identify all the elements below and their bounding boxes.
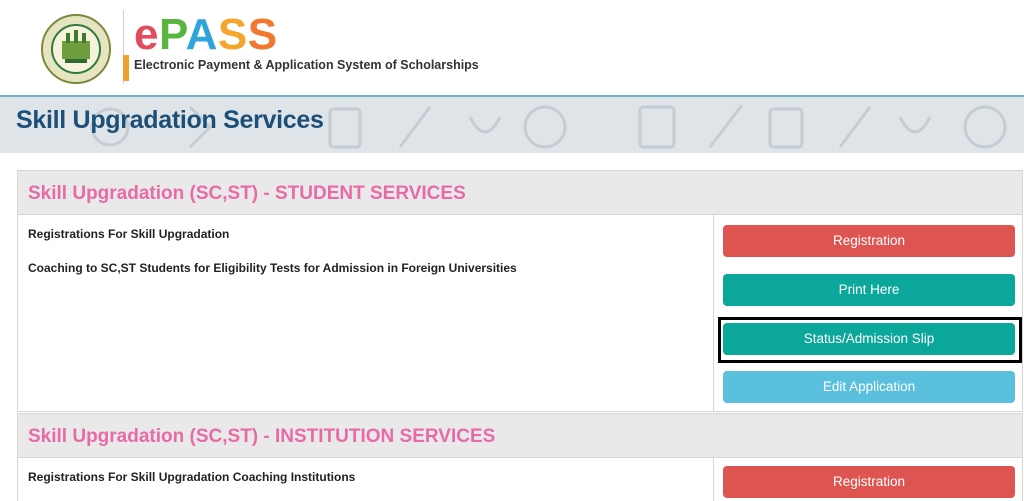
logo-tagline: Electronic Payment & Application System … xyxy=(134,58,479,72)
institution-services-list: Registrations For Skill Upgradation Coac… xyxy=(18,458,714,501)
student-registration-button[interactable]: Registration xyxy=(723,225,1015,257)
institution-registration-button[interactable]: Registration xyxy=(723,466,1015,498)
page-banner: Skill Upgradation Services xyxy=(0,97,1024,153)
logo-letter: S xyxy=(247,10,278,59)
logo-letter: S xyxy=(217,10,248,59)
status-admission-slip-button[interactable]: Status/Admission Slip xyxy=(723,323,1015,355)
student-services-list: Registrations For Skill Upgradation Coac… xyxy=(18,215,714,411)
telangana-emblem-icon xyxy=(41,14,111,84)
list-item: Registrations For Skill Upgradation Coac… xyxy=(28,470,356,484)
page-title: Skill Upgradation Services xyxy=(16,106,324,134)
institution-services-heading: Skill Upgradation (SC,ST) - INSTITUTION … xyxy=(18,414,1022,458)
logo-letter: e xyxy=(134,10,159,59)
logo-letter: A xyxy=(185,10,218,59)
epass-logo: ePASS xyxy=(134,12,278,58)
student-services-heading: Skill Upgradation (SC,ST) - STUDENT SERV… xyxy=(18,171,1022,215)
site-header: ePASS Electronic Payment & Application S… xyxy=(0,0,1024,96)
tagline-accent xyxy=(123,55,129,81)
logo-letter: P xyxy=(158,10,186,59)
edit-application-button[interactable]: Edit Application xyxy=(723,371,1015,403)
list-item: Registrations For Skill Upgradation xyxy=(28,227,230,241)
list-item: Coaching to SC,ST Students for Eligibili… xyxy=(28,261,517,275)
print-here-button[interactable]: Print Here xyxy=(723,274,1015,306)
